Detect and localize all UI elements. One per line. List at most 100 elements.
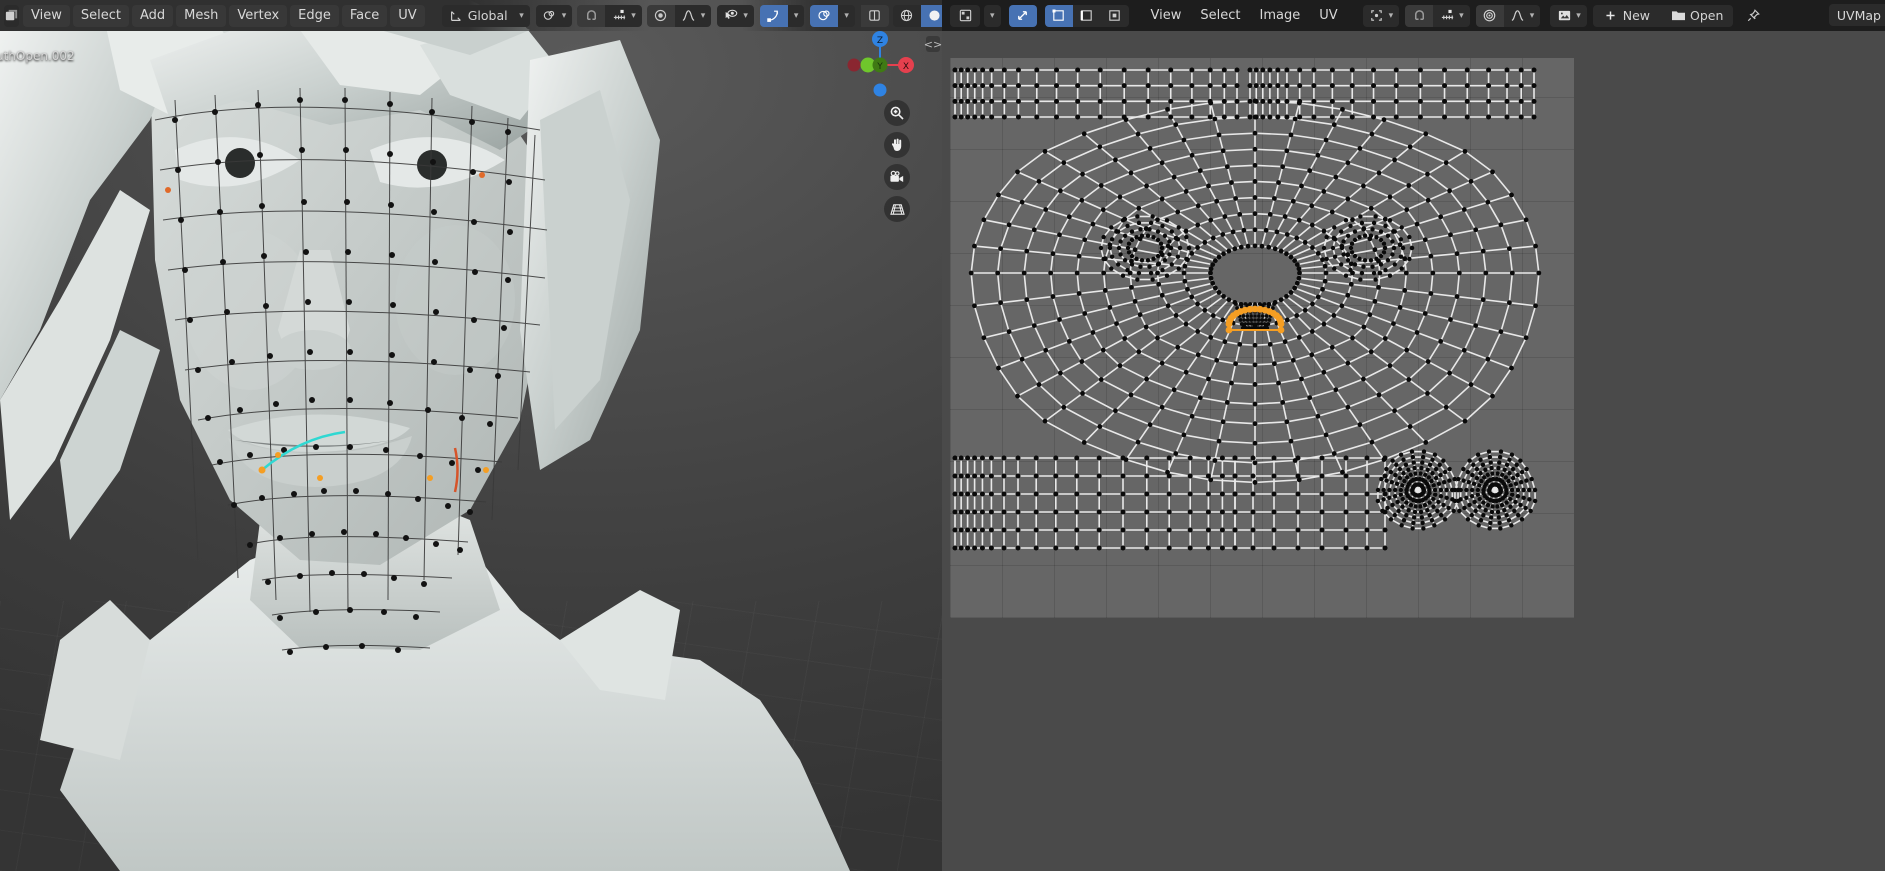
uv-select-vertex[interactable] <box>1044 4 1073 27</box>
chevron-down-icon: ▾ <box>1529 10 1535 21</box>
xray-toggle[interactable] <box>860 4 889 27</box>
snap-toggle[interactable] <box>577 4 606 27</box>
sync-arrows-icon <box>1015 8 1031 24</box>
pivot-bounding-icon <box>1369 8 1385 24</box>
menu-mesh[interactable]: Mesh <box>176 4 227 27</box>
chevron-down-icon: ▾ <box>1459 10 1464 21</box>
chevron-down-icon: ▾ <box>1388 10 1394 21</box>
editor-type-dropdown[interactable]: ▾ <box>984 4 1001 27</box>
menu-vertex[interactable]: Vertex <box>229 4 288 27</box>
menu-face[interactable]: Face <box>341 4 388 27</box>
uv-select-edge[interactable] <box>1072 4 1101 27</box>
viewport-3d[interactable]: uthOpen.002 View Select Add Mesh Vertex … <box>0 0 942 871</box>
transform-orientation-label: Global <box>467 8 508 23</box>
character-head-mesh[interactable] <box>0 0 942 871</box>
chevron-down-icon: ▾ <box>743 10 748 21</box>
viewport-3d-header: View Select Add Mesh Vertex Edge Face UV… <box>0 0 942 31</box>
magnet-icon <box>583 8 599 24</box>
uv-menu-image[interactable]: Image <box>1252 5 1309 27</box>
snap-target-dropdown[interactable]: ▾ <box>605 4 642 27</box>
viewport-nav-buttons[interactable] <box>884 100 910 222</box>
face-select-icon <box>1107 8 1123 24</box>
proportional-icon <box>1482 8 1498 24</box>
pivot-icon <box>542 8 558 24</box>
uv-islands[interactable] <box>950 58 1574 618</box>
open-image-label: Open <box>1690 8 1724 23</box>
pin-icon <box>1745 8 1761 24</box>
uv-sync-selection[interactable] <box>1008 4 1037 27</box>
editor-type-3dview-icon[interactable] <box>4 4 19 27</box>
falloff-smooth-icon <box>1510 8 1526 24</box>
uv-menu-uv[interactable]: UV <box>1311 5 1345 27</box>
uv-snap-toggle[interactable] <box>1405 4 1434 27</box>
overlays-toggle[interactable] <box>810 4 839 27</box>
uv-map-field[interactable]: UVMap <box>1828 4 1885 26</box>
menu-view[interactable]: View <box>23 4 70 27</box>
new-image-label: New <box>1622 8 1651 23</box>
sidebar-toggle[interactable]: <> <box>924 36 942 52</box>
proportional-icon <box>653 8 669 24</box>
navigation-gizmo[interactable]: Z X Y <box>843 28 917 102</box>
chevron-down-icon: ▾ <box>631 10 636 21</box>
gizmo-toggle[interactable] <box>759 4 788 27</box>
move-view-button[interactable] <box>884 132 910 158</box>
gizmo-dropdown[interactable]: ▾ <box>787 4 805 27</box>
zoom-view-button[interactable] <box>884 100 910 126</box>
falloff-smooth-icon <box>681 8 697 24</box>
menu-uv[interactable]: UV <box>390 4 425 27</box>
open-image-button[interactable]: Open <box>1660 4 1734 27</box>
uv-proportional-toggle[interactable] <box>1475 4 1504 27</box>
object-visibility-dropdown[interactable]: ▾ <box>717 4 754 27</box>
pin-id-button[interactable] <box>1739 5 1767 27</box>
shading-wireframe[interactable] <box>892 4 921 27</box>
viewport-object-name: uthOpen.002 <box>0 49 75 63</box>
vertex-select-icon <box>1051 8 1067 24</box>
edge-select-icon <box>1079 8 1095 24</box>
uv-pivot-dropdown[interactable]: ▾ <box>1362 4 1400 27</box>
orientation-icon <box>448 8 464 24</box>
transform-orientation-dropdown[interactable]: Global ▾ <box>441 4 530 27</box>
overlays-dropdown[interactable]: ▾ <box>838 4 855 27</box>
snap-increment-icon <box>1439 8 1455 24</box>
xray-icon <box>867 8 883 24</box>
plus-icon <box>1603 8 1619 24</box>
chevron-down-icon: ▾ <box>1576 10 1581 21</box>
gizmo-icon <box>766 8 782 24</box>
image-browse-dropdown[interactable]: ▾ <box>1550 4 1587 27</box>
magnet-icon <box>1411 8 1427 24</box>
uv-editor[interactable]: ▾ View Select Image UV ▾ ▾ ▾ ▾ New Open … <box>942 0 1885 871</box>
show-hide-icon <box>723 8 739 24</box>
uv-select-face[interactable] <box>1100 4 1129 27</box>
pivot-point-dropdown[interactable]: ▾ <box>535 4 573 27</box>
shading-mode-group[interactable]: ▾ <box>892 4 942 27</box>
shading-solid[interactable] <box>920 4 942 27</box>
chevron-down-icon: ▾ <box>700 10 706 21</box>
new-image-button[interactable]: New <box>1592 4 1661 27</box>
uv-proportional-falloff-dropdown[interactable]: ▾ <box>1503 4 1541 27</box>
chevron-down-icon: ▾ <box>844 10 849 21</box>
solid-sphere-icon <box>927 8 942 24</box>
uv-canvas[interactable] <box>942 31 1885 871</box>
svg-text:Y: Y <box>876 62 883 72</box>
wireframe-sphere-icon <box>899 8 915 24</box>
proportional-falloff-dropdown[interactable]: ▾ <box>674 4 712 27</box>
uv-menu-view[interactable]: View <box>1143 5 1190 27</box>
svg-text:Z: Z <box>877 36 883 46</box>
editor-type-uv-icon[interactable] <box>950 4 980 27</box>
uv-image-area[interactable] <box>950 58 1574 618</box>
menu-add[interactable]: Add <box>131 4 174 27</box>
uv-snap-target-dropdown[interactable]: ▾ <box>1433 4 1470 27</box>
image-icon <box>1556 8 1572 24</box>
menu-edge[interactable]: Edge <box>290 4 339 27</box>
chevron-down-icon: ▾ <box>561 10 567 21</box>
proportional-edit-toggle[interactable] <box>646 4 675 27</box>
blender-window: uthOpen.002 View Select Add Mesh Vertex … <box>0 0 1885 871</box>
uv-menu-select[interactable]: Select <box>1192 5 1248 27</box>
chevron-down-icon: ▾ <box>990 10 995 21</box>
folder-icon <box>1670 8 1686 24</box>
camera-view-button[interactable] <box>884 164 910 190</box>
toggle-ortho-button[interactable] <box>884 196 910 222</box>
uv-editor-header: ▾ View Select Image UV ▾ ▾ ▾ ▾ New Open … <box>942 0 1885 31</box>
overlay-icon <box>816 8 832 24</box>
menu-select[interactable]: Select <box>72 4 129 27</box>
